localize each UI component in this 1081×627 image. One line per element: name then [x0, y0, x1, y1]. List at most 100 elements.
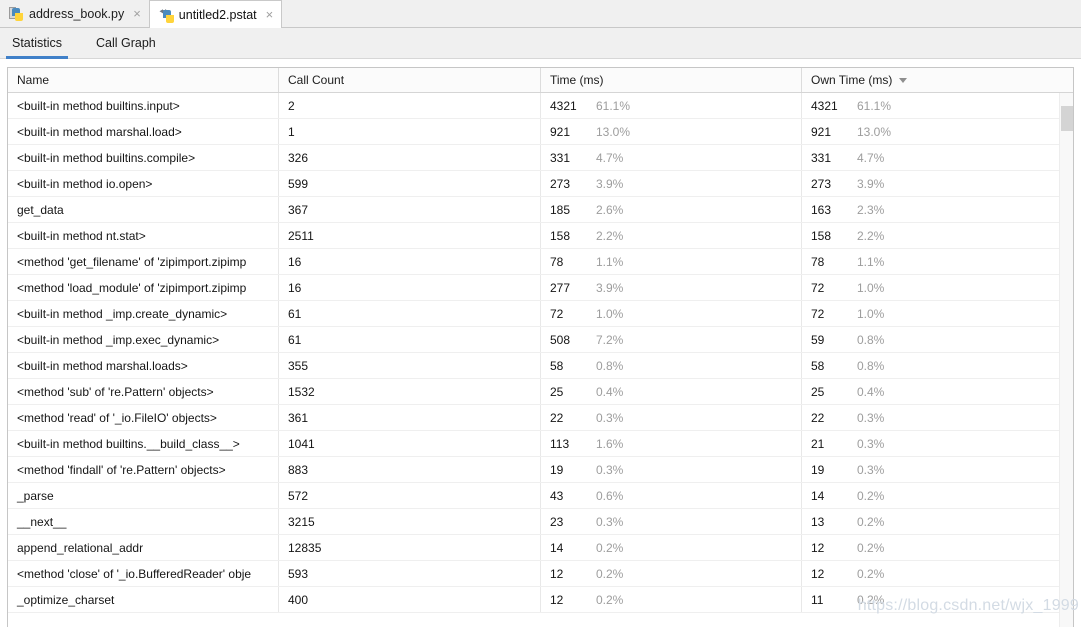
- table-body: <built-in method builtins.input> 2 4321 61.…: [8, 93, 1073, 627]
- cell-time-percent: 3.9%: [596, 280, 624, 295]
- cell-name-text: <built-in method builtins.__build_class_…: [17, 436, 240, 451]
- cell-own-time: 78 1.1%: [802, 249, 1061, 274]
- cell-call-count: 367: [279, 197, 541, 222]
- table-row[interactable]: _parse 572 43 0.6% 14 0.2%: [8, 483, 1073, 509]
- cell-name-text: <built-in method _imp.exec_dynamic>: [17, 332, 220, 347]
- cell-name-text: <method 'get_filename' of 'zipimport.zip…: [17, 254, 247, 269]
- cell-call-count: 599: [279, 171, 541, 196]
- table-row[interactable]: <method 'close' of '_io.BufferedReader' …: [8, 561, 1073, 587]
- cell-own-time: 13 0.2%: [802, 509, 1061, 534]
- tab-statistics[interactable]: Statistics: [5, 28, 69, 59]
- cell-own-time: 12 0.2%: [802, 561, 1061, 586]
- table-row[interactable]: <built-in method marshal.loads> 355 58 0.8%…: [8, 353, 1073, 379]
- table-row[interactable]: <built-in method io.open> 599 273 3.9% 273 3.…: [8, 171, 1073, 197]
- table-row[interactable]: get_data 367 185 2.6% 163 2.3%: [8, 197, 1073, 223]
- sort-descending-icon[interactable]: [899, 77, 908, 83]
- cell-time: 113 1.6%: [541, 431, 802, 456]
- cell-name: <method 'close' of '_io.BufferedReader' …: [8, 561, 279, 586]
- editor-tab-label: address_book.py: [29, 6, 125, 21]
- cell-own-time-percent: 0.2%: [857, 540, 885, 555]
- column-header-call-count-label: Call Count: [288, 73, 345, 87]
- table-row[interactable]: <method 'read' of '_io.FileIO' objects> 3…: [8, 405, 1073, 431]
- cell-own-time-percent: 1.0%: [857, 280, 885, 295]
- table-row[interactable]: <built-in method _imp.exec_dynamic> 61 508…: [8, 327, 1073, 353]
- cell-time-value: 508: [550, 332, 571, 347]
- editor-tab-label: untitled2.pstat: [178, 7, 257, 22]
- vertical-scrollbar[interactable]: [1059, 93, 1073, 627]
- table-row[interactable]: <method 'findall' of 're.Pattern' object…: [8, 457, 1073, 483]
- cell-time-percent: 61.1%: [596, 98, 631, 113]
- cell-own-time-value: 78: [811, 254, 825, 269]
- cell-name: <built-in method builtins.compile>: [8, 145, 279, 170]
- tab-call-graph[interactable]: Call Graph: [96, 28, 156, 59]
- cell-call-count: 593: [279, 561, 541, 586]
- column-header-time[interactable]: Time (ms): [541, 68, 802, 92]
- cell-call-count: 1: [279, 119, 541, 144]
- cell-call-count-text: 16: [288, 280, 302, 295]
- table-row[interactable]: <built-in method nt.stat> 2511 158 2.2% 158 2…: [8, 223, 1073, 249]
- cell-time: 72 1.0%: [541, 301, 802, 326]
- cell-call-count: 16: [279, 275, 541, 300]
- cell-time-value: 25: [550, 384, 564, 399]
- cell-own-time-percent: 0.8%: [857, 332, 885, 347]
- column-header-name[interactable]: Name: [8, 68, 279, 92]
- cell-own-time-percent: 0.8%: [857, 358, 885, 373]
- table-row[interactable]: __next__ 3215 23 0.3% 13 0.2%: [8, 509, 1073, 535]
- cell-name-text: <built-in method builtins.compile>: [17, 150, 196, 165]
- table-row[interactable]: <built-in method _imp.create_dynamic> 61 7…: [8, 301, 1073, 327]
- cell-name: __next__: [8, 509, 279, 534]
- column-header-name-label: Name: [17, 73, 50, 87]
- cell-call-count: 400: [279, 587, 541, 612]
- cell-call-count-text: 572: [288, 488, 309, 503]
- cell-own-time-percent: 0.2%: [857, 566, 885, 581]
- cell-name-text: <built-in method builtins.input>: [17, 98, 180, 113]
- editor-tab-address-book[interactable]: address_book.py ×: [0, 0, 149, 27]
- close-icon[interactable]: ×: [265, 8, 275, 21]
- statistics-table: Name Call Count Time (ms) Own Time (ms) …: [7, 67, 1074, 627]
- table-row[interactable]: <built-in method builtins.input> 2 4321 61.…: [8, 93, 1073, 119]
- editor-tab-strip: address_book.py × untitled2.pstat ×: [0, 0, 1081, 28]
- cell-time-value: 113: [550, 436, 570, 451]
- editor-tab-untitled2-pstat[interactable]: untitled2.pstat ×: [148, 0, 283, 28]
- column-header-own-time[interactable]: Own Time (ms): [802, 68, 1061, 92]
- cell-name: <built-in method marshal.loads>: [8, 353, 279, 378]
- cell-name-text: _optimize_charset: [17, 592, 115, 607]
- cell-time-percent: 0.2%: [596, 566, 624, 581]
- cell-name: <method 'get_filename' of 'zipimport.zip…: [8, 249, 279, 274]
- cell-name: <method 'read' of '_io.FileIO' objects>: [8, 405, 279, 430]
- cell-time-value: 331: [550, 150, 571, 165]
- close-icon[interactable]: ×: [132, 7, 142, 20]
- table-row[interactable]: append_relational_addr 12835 14 0.2% 12 0.2%: [8, 535, 1073, 561]
- cell-call-count-text: 355: [288, 358, 309, 373]
- cell-time-value: 72: [550, 306, 564, 321]
- table-row[interactable]: <built-in method builtins.compile> 326 331…: [8, 145, 1073, 171]
- table-row[interactable]: <method 'sub' of 're.Pattern' objects> 15…: [8, 379, 1073, 405]
- table-row[interactable]: _optimize_charset 400 12 0.2% 11 0.2%: [8, 587, 1073, 613]
- cell-call-count: 61: [279, 301, 541, 326]
- cell-call-count: 572: [279, 483, 541, 508]
- cell-call-count-text: 3215: [288, 514, 315, 529]
- cell-own-time: 11 0.2%: [802, 587, 1061, 612]
- table-row[interactable]: <method 'get_filename' of 'zipimport.zip…: [8, 249, 1073, 275]
- cell-call-count-text: 1532: [288, 384, 315, 399]
- table-row[interactable]: <method 'load_module' of 'zipimport.zipi…: [8, 275, 1073, 301]
- table-row[interactable]: <built-in method builtins.__build_class_…: [8, 431, 1073, 457]
- cell-name: <method 'load_module' of 'zipimport.zipi…: [8, 275, 279, 300]
- cell-call-count-text: 599: [288, 176, 309, 191]
- cell-call-count-text: 2: [288, 98, 295, 113]
- cell-own-time-value: 59: [811, 332, 825, 347]
- cell-call-count-text: 400: [288, 592, 309, 607]
- cell-own-time-value: 921: [811, 124, 832, 139]
- vertical-scrollbar-thumb[interactable]: [1061, 106, 1073, 131]
- cell-call-count: 361: [279, 405, 541, 430]
- column-header-call-count[interactable]: Call Count: [279, 68, 541, 92]
- cell-time: 158 2.2%: [541, 223, 802, 248]
- cell-time-value: 22: [550, 410, 564, 425]
- table-row[interactable]: <built-in method marshal.load> 1 921 13.0% 9…: [8, 119, 1073, 145]
- cell-time-percent: 0.3%: [596, 410, 624, 425]
- cell-time-percent: 2.6%: [596, 202, 624, 217]
- cell-time-percent: 1.0%: [596, 306, 624, 321]
- cell-name-text: <method 'sub' of 're.Pattern' objects>: [17, 384, 214, 399]
- cell-own-time: 12 0.2%: [802, 535, 1061, 560]
- cell-name-text: <method 'load_module' of 'zipimport.zipi…: [17, 280, 247, 295]
